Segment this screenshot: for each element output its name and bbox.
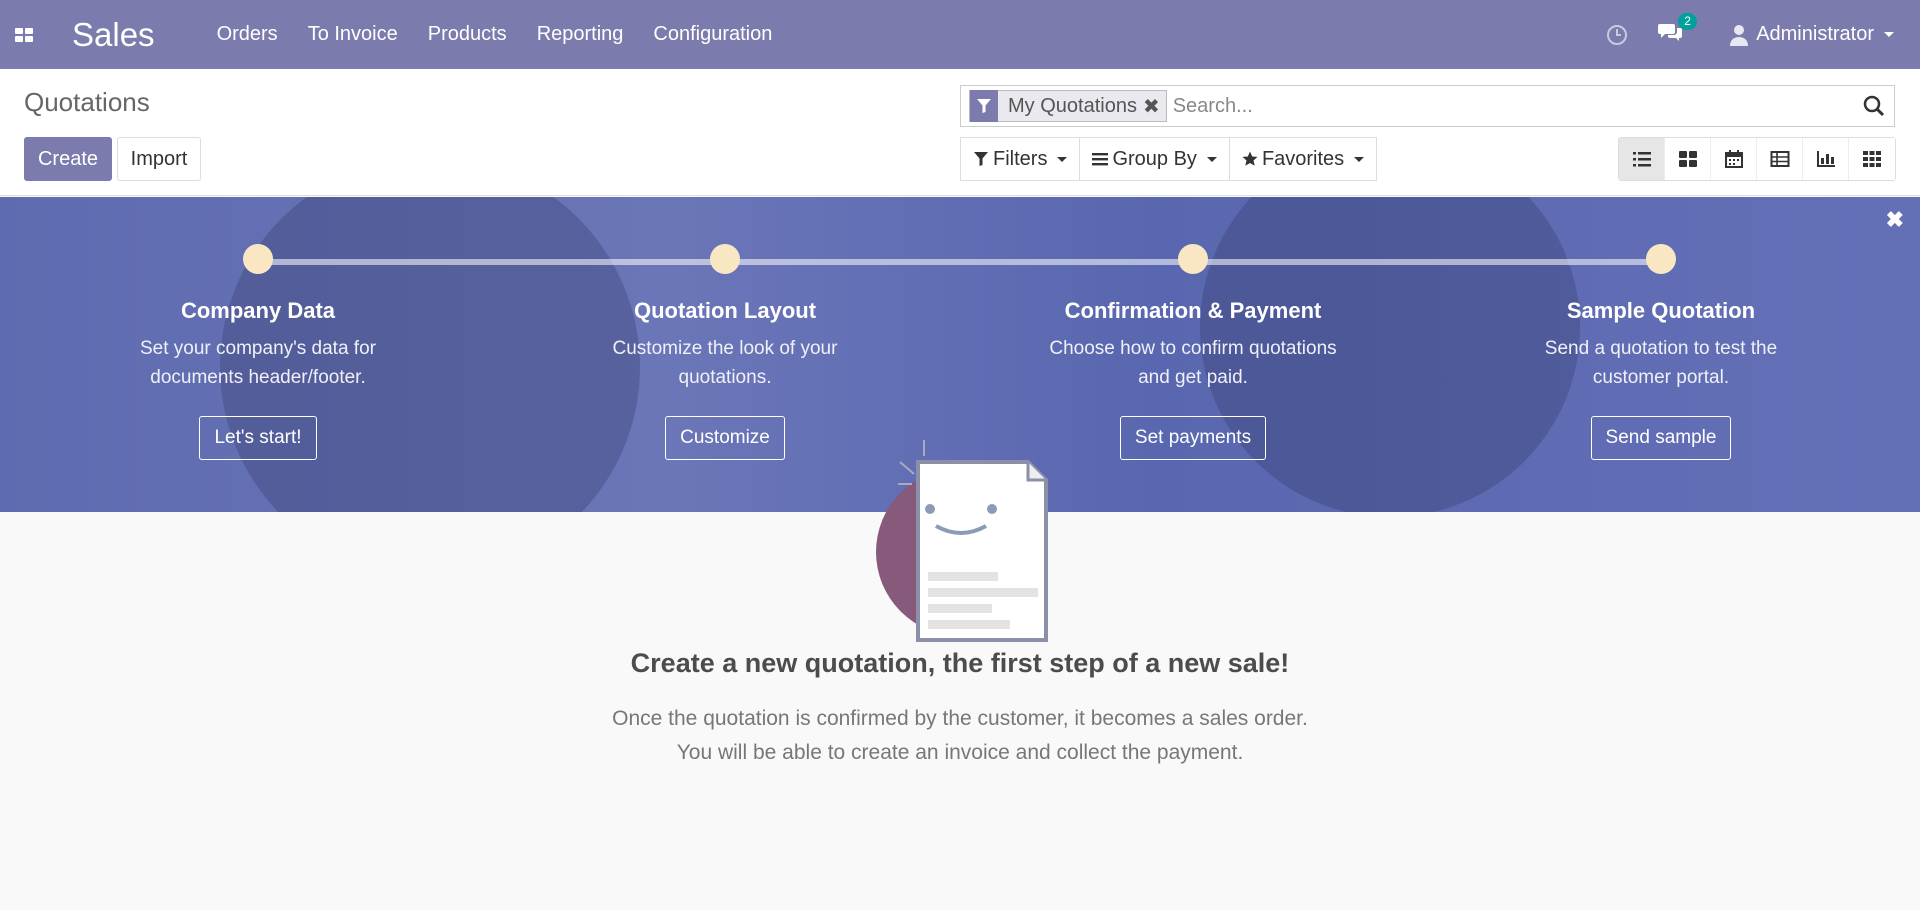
import-button[interactable]: Import (117, 137, 201, 181)
progress-track (258, 259, 1660, 265)
kanban-view-button[interactable] (1665, 138, 1711, 180)
search-input[interactable] (1172, 94, 1854, 118)
filters-dropdown[interactable]: Filters (960, 137, 1081, 181)
view-switcher (1618, 137, 1896, 181)
groupby-dropdown[interactable]: Group By (1079, 137, 1230, 181)
favorites-dropdown[interactable]: Favorites (1228, 137, 1378, 181)
customize-button[interactable]: Customize (665, 416, 785, 460)
menu-products[interactable]: Products (428, 23, 507, 46)
step-title: Confirmation & Payment (1064, 298, 1322, 323)
app-brand[interactable]: Sales (72, 16, 155, 54)
filters-label: Filters (993, 147, 1048, 170)
step-description: Customize the look of your quotations. (612, 338, 838, 388)
graph-view-button[interactable] (1803, 138, 1849, 180)
menu-orders[interactable]: Orders (217, 23, 278, 46)
pivot-view-button[interactable] (1757, 138, 1803, 180)
messages-count-badge: 2 (1678, 13, 1697, 30)
step-title: Quotation Layout (633, 298, 817, 323)
filter-icon (974, 152, 988, 166)
facet-label: My Quotations (1008, 94, 1137, 117)
star-icon (1242, 151, 1258, 166)
onboarding-step: Company Data Set your company's data for… (48, 244, 468, 460)
favorites-label: Favorites (1261, 147, 1345, 170)
filter-icon (970, 90, 998, 122)
user-name: Administrator (1756, 23, 1874, 45)
page-title: Quotations (24, 87, 150, 117)
close-icon[interactable]: ✖ (1886, 207, 1904, 233)
groupby-label: Group By (1112, 147, 1197, 170)
control-panel: Quotations Create Import My Quotations ✖… (0, 69, 1920, 196)
chevron-down-icon (1057, 156, 1068, 162)
search-bar: My Quotations ✖ (960, 85, 1895, 127)
onboarding-step: Confirmation & Payment Choose how to con… (983, 244, 1403, 460)
top-navbar: Sales Orders To Invoice Products Reporti… (0, 0, 1920, 69)
calendar-icon (1724, 150, 1743, 168)
search-facet: My Quotations ✖ (969, 90, 1167, 122)
apps-menu-icon[interactable] (0, 0, 48, 69)
chevron-down-icon (1884, 32, 1894, 37)
create-button[interactable]: Create (24, 137, 112, 181)
menu-reporting[interactable]: Reporting (537, 23, 624, 46)
user-icon (1730, 24, 1749, 46)
chevron-down-icon (1206, 156, 1217, 162)
grid-view-button[interactable] (1849, 138, 1895, 180)
clock-icon[interactable] (1606, 24, 1628, 46)
helper-text: Once the quotation is confirmed by the c… (612, 707, 1308, 730)
helper-title: Create a new quotation, the first step o… (630, 648, 1290, 678)
calendar-view-button[interactable] (1711, 138, 1757, 180)
set-payments-button[interactable]: Set payments (1119, 416, 1267, 460)
navbar-systray: 2 Administrator (1606, 0, 1920, 69)
list-icon (1632, 152, 1651, 167)
onboarding-step: Quotation Layout Customize the look of y… (515, 244, 935, 460)
onboarding-step: Sample Quotation Send a quotation to tes… (1451, 244, 1871, 460)
step-description: Send a quotation to test the customer por… (1544, 338, 1778, 388)
send-sample-button[interactable]: Send sample (1590, 416, 1732, 460)
messages-button[interactable]: 2 (1658, 13, 1697, 47)
lets-start-button[interactable]: Let's start! (199, 416, 317, 460)
step-dot (1178, 244, 1208, 274)
step-dot (710, 244, 740, 274)
kanban-icon (1678, 151, 1697, 167)
menu-configuration[interactable]: Configuration (653, 23, 772, 46)
user-menu[interactable]: Administrator (1730, 23, 1894, 46)
search-options: Filters Group By Favorites (960, 137, 1378, 181)
step-dot (243, 244, 273, 274)
grid-icon (1863, 151, 1881, 167)
graph-icon (1816, 151, 1835, 167)
step-title: Company Data (180, 298, 336, 323)
list-icon (1092, 153, 1109, 166)
close-icon[interactable]: ✖ (1143, 94, 1166, 119)
menu-to-invoice[interactable]: To Invoice (308, 23, 398, 46)
step-description: Set your company's data for documents hea… (140, 338, 376, 388)
pivot-icon (1770, 151, 1789, 167)
helper-text: You will be able to create an invoice an… (676, 741, 1244, 764)
step-description: Choose how to confirm quotations and get … (1049, 338, 1337, 388)
search-icon[interactable] (1854, 95, 1894, 117)
chevron-down-icon (1354, 156, 1365, 162)
step-dot (1646, 244, 1676, 274)
quotation-document-icon (876, 440, 1048, 642)
list-view-button[interactable] (1619, 138, 1665, 180)
step-title: Sample Quotation (1566, 298, 1756, 323)
